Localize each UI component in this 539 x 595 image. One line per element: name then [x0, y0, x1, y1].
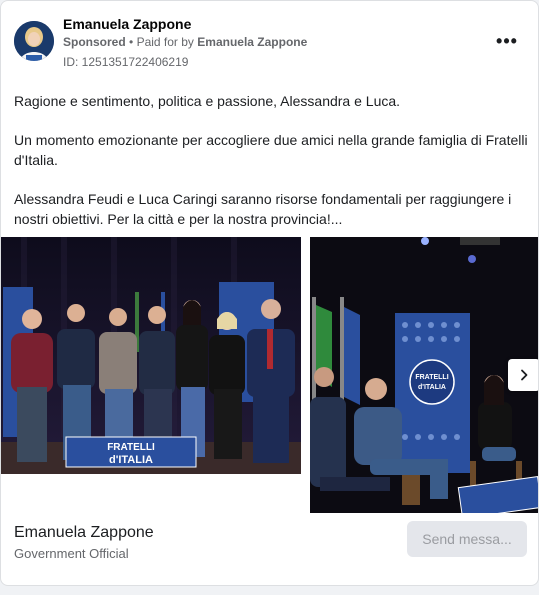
banner-text-1: FRATELLI: [107, 442, 155, 453]
media-carousel: FRATELLI d'ITALIA FRATELLI d'ITALIA: [1, 237, 538, 513]
group-photo-image: FRATELLI d'ITALIA: [1, 237, 301, 474]
ad-card: Emanuela Zappone Sponsored • Paid for by…: [0, 0, 539, 586]
paid-for-by-name: Emanuela Zappone: [197, 35, 308, 49]
post-paragraph-1: Ragione e sentimento, politica e passion…: [14, 93, 401, 109]
post-paragraph-2: Un momento emozionante per accogliere du…: [14, 132, 528, 168]
post-paragraph-3: Alessandra Feudi e Luca Caringi saranno …: [14, 191, 512, 227]
ad-header: Emanuela Zappone Sponsored • Paid for by…: [1, 1, 538, 81]
paid-for-prefix: Paid for by: [136, 35, 194, 49]
carousel-photo-1[interactable]: FRATELLI d'ITALIA: [1, 237, 301, 474]
sponsored-label: Sponsored: [63, 35, 126, 49]
page-name[interactable]: Emanuela Zappone: [63, 16, 191, 32]
chevron-right-icon: [521, 369, 528, 381]
separator-dot: •: [129, 35, 137, 49]
banner-text-2: d'ITALIA: [109, 454, 153, 466]
carousel-next-button[interactable]: [508, 359, 538, 391]
send-message-button[interactable]: Send messa...: [407, 521, 527, 557]
footer-page-name[interactable]: Emanuela Zappone: [14, 524, 154, 542]
carousel-photo-2[interactable]: FRATELLI d'ITALIA: [310, 237, 538, 513]
panel-text-2: d'ITALIA: [418, 384, 446, 391]
panel-photo-image: FRATELLI d'ITALIA: [310, 237, 538, 513]
footer-page-category: Government Official: [14, 546, 129, 561]
more-horizontal-icon: •••: [496, 30, 518, 51]
panel-text-1: FRATELLI: [415, 374, 448, 381]
ad-id: ID: 1251351722406219: [63, 55, 189, 69]
sponsored-line: Sponsored • Paid for by Emanuela Zappone: [63, 35, 307, 49]
page-avatar[interactable]: [14, 21, 54, 61]
avatar-image: [14, 21, 54, 61]
post-text: Ragione e sentimento, politica e passion…: [14, 91, 529, 248]
more-options-button[interactable]: •••: [493, 29, 521, 53]
